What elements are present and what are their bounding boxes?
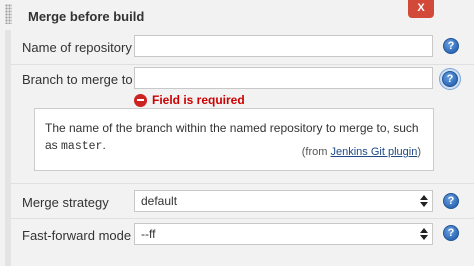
select-arrows-icon <box>420 194 428 208</box>
fast-forward-select[interactable]: --ff <box>134 223 433 245</box>
help-circle-icon[interactable]: ? <box>443 38 459 54</box>
validation-error: Field is required <box>134 92 245 108</box>
help-source-suffix: ) <box>417 146 421 158</box>
fast-forward-value: --ff <box>141 227 156 241</box>
help-code: master <box>61 140 103 153</box>
repository-input[interactable] <box>134 35 433 57</box>
help-source: (from Jenkins Git plugin) <box>302 144 421 161</box>
branch-label: Branch to merge to <box>22 72 133 87</box>
help-text-end: . <box>102 138 106 152</box>
panel-header: Merge before build X <box>0 0 474 30</box>
close-button[interactable]: X <box>408 0 434 18</box>
help-text-box: The name of the branch within the named … <box>34 108 434 171</box>
help-circle-icon[interactable]: ? <box>442 71 458 87</box>
error-circle-icon <box>134 93 147 107</box>
error-message: Field is required <box>152 93 245 107</box>
jenkins-git-plugin-link[interactable]: Jenkins Git plugin <box>331 146 418 158</box>
drag-handle-icon[interactable] <box>5 4 12 24</box>
row-divider <box>11 64 474 65</box>
merge-strategy-select[interactable]: default <box>134 190 433 212</box>
fast-forward-label: Fast-forward mode <box>22 228 132 243</box>
row-divider <box>11 218 474 219</box>
help-circle-icon[interactable]: ? <box>443 225 459 241</box>
help-source-prefix: (from <box>301 146 331 158</box>
help-circle-icon[interactable]: ? <box>443 193 459 209</box>
select-arrows-icon <box>420 227 428 241</box>
branch-input[interactable] <box>134 67 433 89</box>
row-divider <box>11 183 474 184</box>
panel-title: Merge before build <box>28 9 145 24</box>
merge-before-build-panel: Merge before build X Name of repository … <box>0 0 474 266</box>
merge-strategy-label: Merge strategy <box>22 195 109 210</box>
merge-strategy-value: default <box>141 194 178 208</box>
section-rail <box>5 30 11 266</box>
repository-label: Name of repository <box>22 40 132 55</box>
